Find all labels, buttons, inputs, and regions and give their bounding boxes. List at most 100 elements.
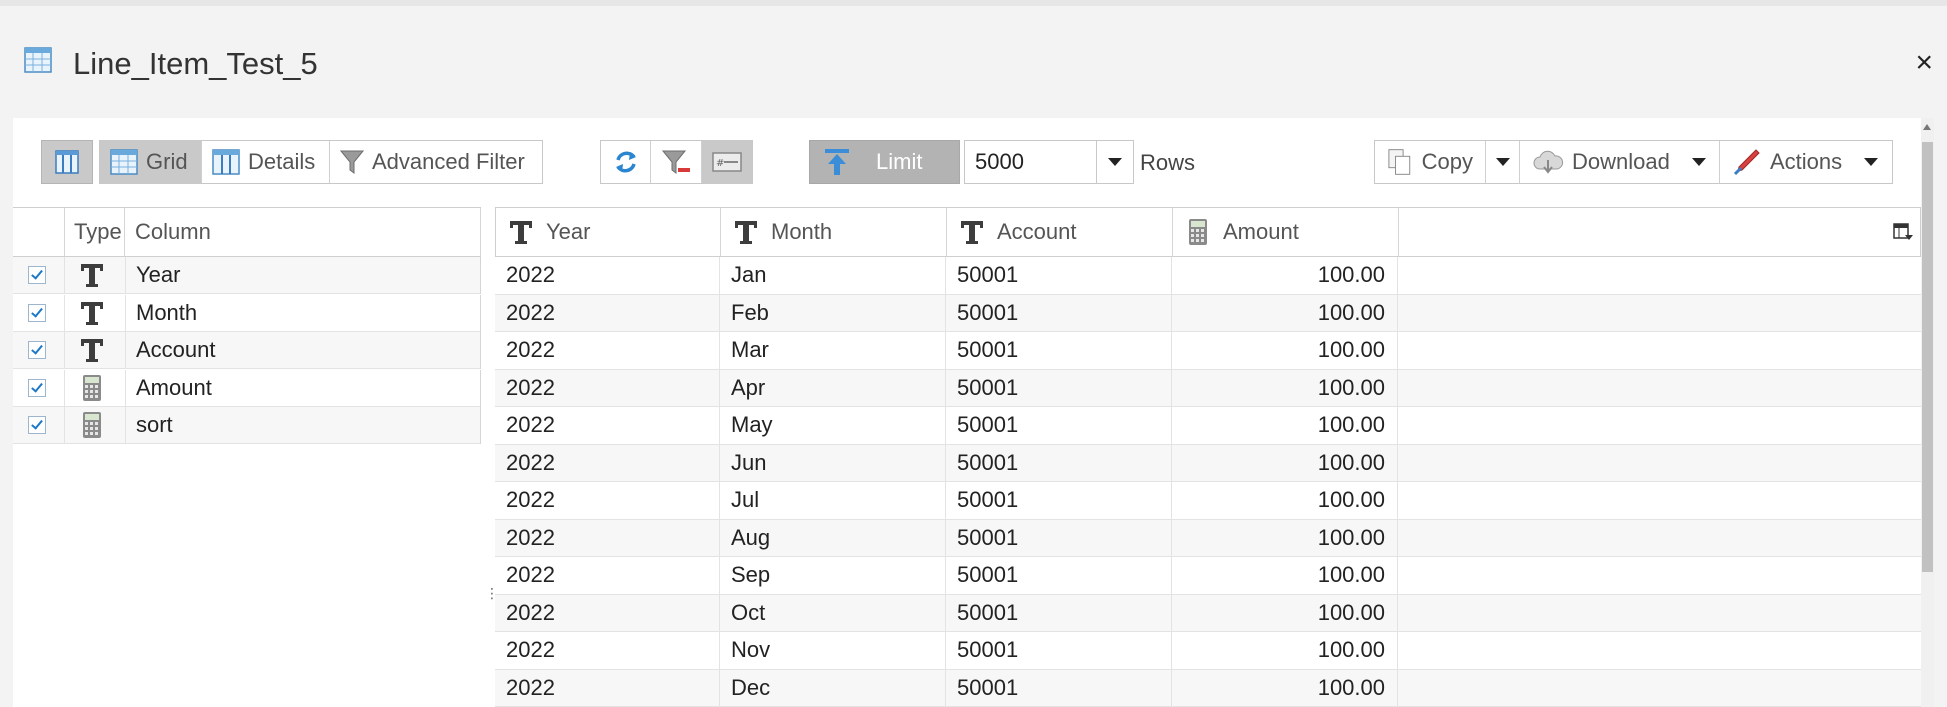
grid-view-button[interactable]: Grid [100, 141, 202, 183]
limit-rows-select[interactable]: 5000 [964, 140, 1134, 184]
limit-dropdown-toggle[interactable] [1096, 141, 1133, 183]
table-cell[interactable]: 50001 [946, 557, 1172, 594]
table-cell[interactable]: 50001 [946, 407, 1172, 444]
refresh-button[interactable] [601, 141, 652, 183]
table-row[interactable]: 2022 Feb 50001 100.00 [495, 294, 1921, 332]
row-number-toggle-button[interactable]: # [701, 141, 753, 183]
grid-header-label: Year [546, 219, 591, 244]
select-all-cell[interactable] [13, 208, 65, 256]
grid-header-month[interactable]: Month [721, 208, 947, 256]
table-cell[interactable]: 2022 [495, 519, 720, 557]
column-list-item[interactable]: Month [13, 294, 481, 332]
table-cell[interactable]: 100.00 [1172, 257, 1398, 294]
limit-rows-value[interactable]: 5000 [965, 141, 1096, 183]
column-list-item[interactable]: Account [13, 332, 481, 369]
limit-label: Limit [876, 149, 923, 174]
table-cell[interactable]: 2022 [495, 669, 720, 707]
column-chooser-icon[interactable] [1892, 221, 1914, 243]
table-cell[interactable]: Mar [720, 332, 946, 369]
table-cell[interactable]: 2022 [495, 594, 720, 632]
table-cell[interactable]: 100.00 [1172, 557, 1398, 594]
table-cell[interactable]: 2022 [495, 444, 720, 482]
columns-panel-header: Type Column [13, 207, 481, 257]
table-cell[interactable]: Jan [720, 257, 946, 294]
table-cell[interactable]: 100.00 [1172, 669, 1398, 707]
vertical-scrollbar[interactable] [1921, 118, 1934, 707]
table-row[interactable]: 2022 Dec 50001 100.00 [495, 669, 1921, 707]
table-row[interactable]: 2022 Jan 50001 100.00 [495, 257, 1921, 295]
table-cell[interactable]: 50001 [946, 332, 1172, 369]
table-cell[interactable]: Feb [720, 294, 946, 332]
copy-icon [1388, 149, 1411, 175]
table-cell[interactable]: 2022 [495, 632, 720, 669]
table-row[interactable]: 2022 Aug 50001 100.00 [495, 519, 1921, 557]
table-cell[interactable]: 100.00 [1172, 294, 1398, 332]
table-cell[interactable]: 2022 [495, 332, 720, 369]
table-cell[interactable]: 2022 [495, 257, 720, 294]
table-cell[interactable]: 100.00 [1172, 632, 1398, 669]
column-visible-checkbox[interactable] [28, 378, 46, 397]
table-row[interactable]: 2022 Jun 50001 100.00 [495, 444, 1921, 482]
table-cell[interactable]: 50001 [946, 257, 1172, 294]
column-list-item[interactable]: sort [13, 407, 481, 444]
table-cell[interactable]: 100.00 [1172, 444, 1398, 482]
grid-header-account[interactable]: Account [947, 208, 1173, 256]
table-row[interactable]: 2022 Nov 50001 100.00 [495, 632, 1921, 670]
table-cell[interactable]: 50001 [946, 632, 1172, 669]
copy-dropdown-toggle[interactable] [1486, 141, 1520, 183]
table-cell[interactable]: 50001 [946, 444, 1172, 482]
table-row[interactable]: 2022 Mar 50001 100.00 [495, 332, 1921, 370]
column-visible-checkbox[interactable] [28, 303, 46, 322]
table-row[interactable]: 2022 Sep 50001 100.00 [495, 557, 1921, 595]
column-list-item[interactable]: Year [13, 257, 481, 294]
copy-button[interactable]: Copy [1375, 141, 1486, 183]
table-cell[interactable]: 50001 [946, 369, 1172, 407]
table-cell[interactable]: 2022 [495, 557, 720, 594]
scroll-up-arrow-icon[interactable] [1923, 124, 1931, 130]
table-cell[interactable]: Dec [720, 669, 946, 707]
table-row[interactable]: 2022 Oct 50001 100.00 [495, 594, 1921, 632]
table-row[interactable]: 2022 Apr 50001 100.00 [495, 369, 1921, 407]
table-cell[interactable]: 2022 [495, 369, 720, 407]
column-visible-checkbox[interactable] [28, 266, 46, 284]
limit-button[interactable]: Limit [809, 140, 960, 184]
toggle-column-panel-button[interactable] [41, 140, 93, 184]
details-view-button[interactable]: Details [202, 141, 330, 183]
table-cell[interactable]: Jun [720, 444, 946, 482]
table-row[interactable]: 2022 Jul 50001 100.00 [495, 482, 1921, 520]
table-cell[interactable]: 50001 [946, 482, 1172, 519]
column-visible-checkbox[interactable] [28, 341, 46, 359]
table-cell[interactable]: 50001 [946, 594, 1172, 632]
advanced-filter-button[interactable]: Advanced Filter [330, 141, 542, 183]
download-button[interactable]: Download [1520, 141, 1720, 183]
type-header: Type [64, 208, 125, 256]
table-cell[interactable]: 100.00 [1172, 332, 1398, 369]
table-cell[interactable]: 2022 [495, 407, 720, 444]
grid-header-year[interactable]: Year [496, 208, 721, 256]
table-cell[interactable]: 50001 [946, 519, 1172, 557]
table-cell[interactable]: 50001 [946, 294, 1172, 332]
actions-button[interactable]: Actions [1720, 141, 1892, 183]
table-cell[interactable]: Jul [720, 482, 946, 519]
table-cell[interactable]: 2022 [495, 482, 720, 519]
table-cell[interactable]: Sep [720, 557, 946, 594]
table-cell[interactable]: 100.00 [1172, 519, 1398, 557]
table-row[interactable]: 2022 May 50001 100.00 [495, 407, 1921, 445]
table-cell[interactable]: 2022 [495, 294, 720, 332]
table-cell[interactable]: 100.00 [1172, 407, 1398, 444]
table-cell[interactable]: Aug [720, 519, 946, 557]
close-button[interactable]: × [1915, 48, 1933, 78]
column-list-item[interactable]: Amount [13, 369, 481, 407]
table-cell[interactable]: 100.00 [1172, 482, 1398, 519]
column-visible-checkbox[interactable] [28, 416, 46, 434]
table-cell[interactable]: 100.00 [1172, 369, 1398, 407]
grid-header-amount[interactable]: Amount [1173, 208, 1399, 256]
clear-filter-button[interactable] [651, 141, 702, 183]
table-cell[interactable]: Oct [720, 594, 946, 632]
scrollbar-thumb[interactable] [1922, 142, 1933, 572]
table-cell[interactable]: 50001 [946, 669, 1172, 707]
table-cell[interactable]: Nov [720, 632, 946, 669]
table-cell[interactable]: May [720, 407, 946, 444]
table-cell[interactable]: 100.00 [1172, 594, 1398, 632]
table-cell[interactable]: Apr [720, 369, 946, 407]
